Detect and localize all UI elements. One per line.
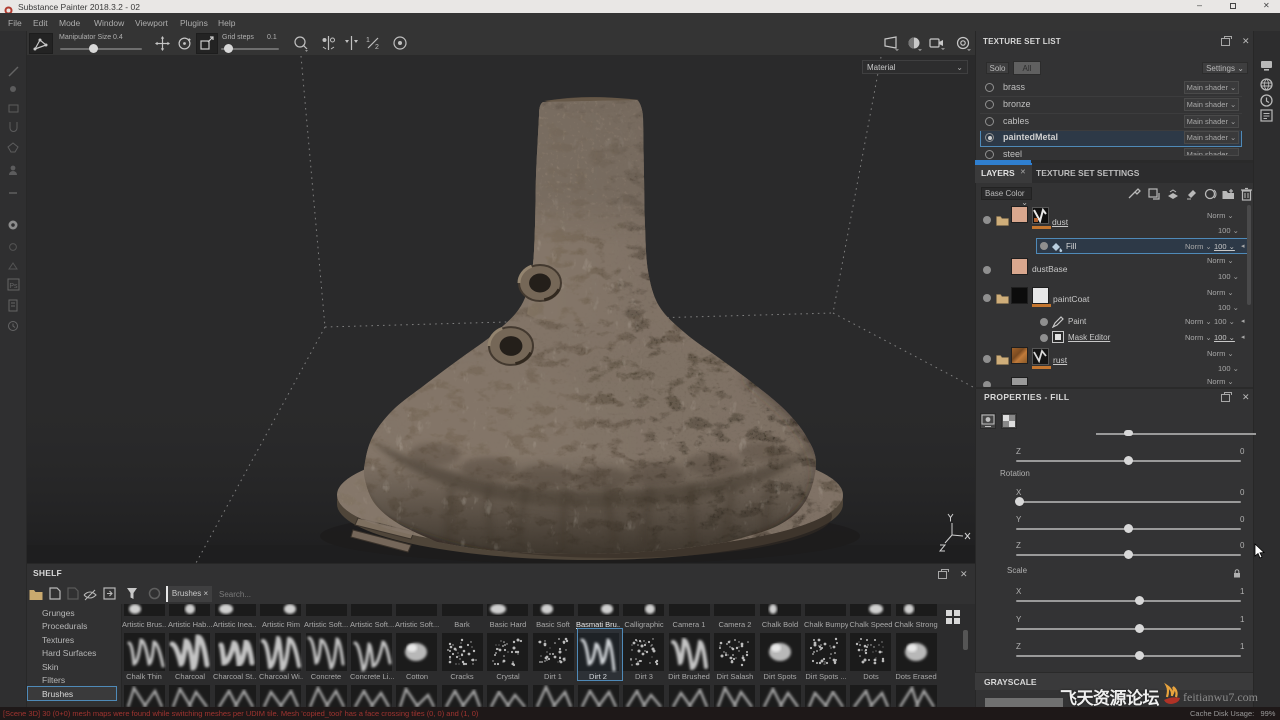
- svg-text:Ps: Ps: [9, 283, 18, 290]
- svg-text:1: 1: [366, 37, 370, 44]
- svg-text:2: 2: [375, 44, 379, 50]
